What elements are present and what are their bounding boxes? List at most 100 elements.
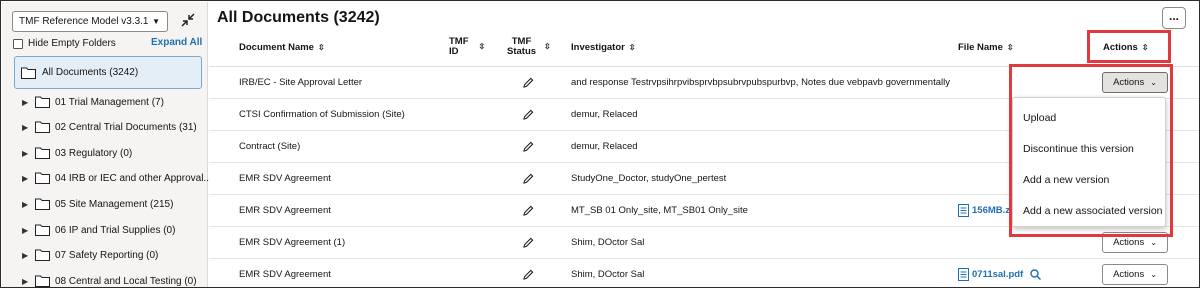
- expand-arrow-icon[interactable]: ▶: [22, 251, 30, 260]
- tree-item-folder[interactable]: ▶ 02 Central Trial Documents (31): [22, 117, 197, 137]
- folder-icon: [21, 67, 36, 79]
- menu-item-upload[interactable]: Upload: [1023, 112, 1056, 124]
- row-actions-button[interactable]: Actions ⌄: [1102, 232, 1168, 253]
- column-header-label: Investigator: [571, 42, 625, 53]
- folder-icon: [35, 172, 50, 184]
- menu-item-add-associated-version[interactable]: Add a new associated version: [1023, 205, 1163, 217]
- tree-item-folder[interactable]: ▶ 03 Regulatory (0): [22, 143, 132, 163]
- hide-empty-folders-toggle[interactable]: Hide Empty Folders: [13, 38, 116, 49]
- expand-arrow-icon[interactable]: ▶: [22, 226, 30, 235]
- tree-item-folder[interactable]: ▶ 06 IP and Trial Supplies (0): [22, 220, 175, 240]
- edit-status-button[interactable]: [523, 131, 534, 162]
- pencil-icon: [523, 109, 534, 120]
- investigator-cell: MT_SB 01 Only_site, MT_SB01 Only_site: [571, 205, 748, 216]
- file-link[interactable]: 156MB.z: [958, 195, 1010, 226]
- menu-item-discontinue-version[interactable]: Discontinue this version: [1023, 143, 1134, 155]
- edit-status-button[interactable]: [523, 163, 534, 194]
- file-name-label: 156MB.z: [972, 205, 1011, 216]
- tree-item-label: 08 Central and Local Testing (0): [55, 275, 197, 287]
- pencil-icon: [523, 141, 534, 152]
- document-icon: [958, 268, 969, 281]
- expand-all-link[interactable]: Expand All: [151, 37, 202, 48]
- collapse-panel-button[interactable]: [177, 10, 199, 30]
- actions-dropdown-menu: Upload Discontinue this version Add a ne…: [1012, 97, 1166, 227]
- tree-item-folder[interactable]: ▶ 07 Safety Reporting (0): [22, 245, 158, 265]
- search-icon[interactable]: [1030, 269, 1042, 280]
- pencil-icon: [523, 205, 534, 216]
- table-row[interactable]: EMR SDV Agreement Shim, DOctor Sal 0711s…: [209, 259, 1199, 287]
- sort-icon[interactable]: ⇳: [1007, 43, 1014, 52]
- folder-icon: [35, 96, 50, 108]
- column-header-document-name[interactable]: Document Name ⇳: [239, 42, 325, 53]
- table-row[interactable]: IRB/EC - Site Approval Letter and respon…: [209, 67, 1199, 99]
- reference-model-select[interactable]: TMF Reference Model v3.3.1 ▼: [12, 11, 168, 32]
- sort-icon[interactable]: ⇳: [318, 43, 325, 52]
- more-options-button[interactable]: ...: [1162, 7, 1186, 29]
- expand-arrow-icon[interactable]: ▶: [22, 277, 30, 286]
- tree-item-label: 07 Safety Reporting (0): [55, 249, 159, 261]
- chevron-down-icon: ⌄: [1150, 238, 1157, 247]
- actions-button-label: Actions: [1113, 237, 1145, 248]
- tree-item-folder[interactable]: ▶ 04 IRB or IEC and other Approval...: [22, 168, 212, 188]
- pencil-icon: [523, 173, 534, 184]
- investigator-cell: StudyOne_Doctor, studyOne_pertest: [571, 173, 727, 184]
- edit-status-button[interactable]: [523, 67, 534, 98]
- sort-icon[interactable]: ⇳: [629, 43, 636, 52]
- folder-icon: [35, 224, 50, 236]
- document-name-cell: IRB/EC - Site Approval Letter: [239, 77, 363, 88]
- pencil-icon: [523, 269, 534, 280]
- table-row[interactable]: EMR SDV Agreement (1) Shim, DOctor Sal A…: [209, 227, 1199, 259]
- actions-button-label: Actions: [1113, 77, 1145, 88]
- column-header-investigator[interactable]: Investigator ⇳: [571, 42, 636, 53]
- investigator-cell: demur, Relaced: [571, 109, 638, 120]
- edit-status-button[interactable]: [523, 99, 534, 130]
- tree-item-label: All Documents (3242): [42, 67, 139, 78]
- investigator-cell: Shim, DOctor Sal: [571, 269, 645, 280]
- row-actions-button[interactable]: Actions ⌄: [1102, 264, 1168, 285]
- chevron-down-icon: ⌄: [1150, 78, 1157, 87]
- hide-empty-checkbox[interactable]: [13, 38, 23, 49]
- sort-icon[interactable]: ⇳: [544, 43, 551, 51]
- investigator-cell: and response Testrvpsihrpvibsprvbpsubrvp…: [571, 77, 950, 88]
- edit-status-button[interactable]: [523, 259, 534, 287]
- column-header-label: File Name: [958, 42, 1003, 53]
- edit-status-button[interactable]: [523, 227, 534, 258]
- document-icon: [958, 204, 969, 217]
- tree-item-all-documents[interactable]: All Documents (3242): [14, 56, 202, 89]
- sort-icon[interactable]: ⇳: [479, 43, 486, 51]
- pencil-icon: [523, 237, 534, 248]
- sort-icon[interactable]: ⇳: [1142, 43, 1149, 52]
- expand-arrow-icon[interactable]: ▶: [22, 98, 30, 107]
- file-name-label: 0711sal.pdf: [972, 269, 1024, 280]
- expand-arrow-icon[interactable]: ▶: [22, 174, 30, 183]
- folder-icon: [35, 249, 50, 261]
- tree-item-label: 02 Central Trial Documents (31): [55, 121, 197, 133]
- expand-arrow-icon[interactable]: ▶: [22, 123, 30, 132]
- column-header-tmf-id[interactable]: TMF ID ⇳: [449, 37, 485, 57]
- folder-sidebar: TMF Reference Model v3.3.1 ▼ Hide Empty …: [2, 2, 212, 287]
- row-actions-button[interactable]: Actions ⌄: [1102, 72, 1168, 93]
- column-header-label: ID: [449, 46, 459, 57]
- tree-item-label: 05 Site Management (215): [55, 198, 174, 210]
- investigator-cell: Shim, DOctor Sal: [571, 237, 645, 248]
- tree-item-folder[interactable]: ▶ 05 Site Management (215): [22, 194, 173, 214]
- menu-item-add-new-version[interactable]: Add a new version: [1023, 174, 1109, 186]
- tree-item-folder[interactable]: ▶ 01 Trial Management (7): [22, 92, 164, 112]
- file-link[interactable]: 0711sal.pdf: [958, 259, 1042, 287]
- column-header-label: Document Name: [239, 42, 314, 53]
- collapse-arrows-icon: [181, 13, 195, 27]
- column-header-tmf-status[interactable]: TMF Status ⇳: [507, 37, 551, 57]
- tree-item-folder[interactable]: ▶ 08 Central and Local Testing (0): [22, 271, 197, 287]
- tree-item-label: 01 Trial Management (7): [55, 96, 164, 108]
- page-title: All Documents (3242): [217, 9, 380, 26]
- expand-arrow-icon[interactable]: ▶: [22, 200, 30, 209]
- expand-arrow-icon[interactable]: ▶: [22, 149, 30, 158]
- edit-status-button[interactable]: [523, 195, 534, 226]
- column-header-label: Actions: [1103, 42, 1138, 53]
- column-header-file-name[interactable]: File Name ⇳: [958, 42, 1014, 53]
- column-header-actions[interactable]: Actions ⇳: [1103, 42, 1149, 53]
- document-name-cell: CTSI Confirmation of Submission (Site): [239, 109, 405, 120]
- column-header-label: Status: [507, 46, 537, 57]
- document-name-cell: EMR SDV Agreement: [239, 173, 331, 184]
- tree-item-label: 04 IRB or IEC and other Approval...: [55, 172, 212, 184]
